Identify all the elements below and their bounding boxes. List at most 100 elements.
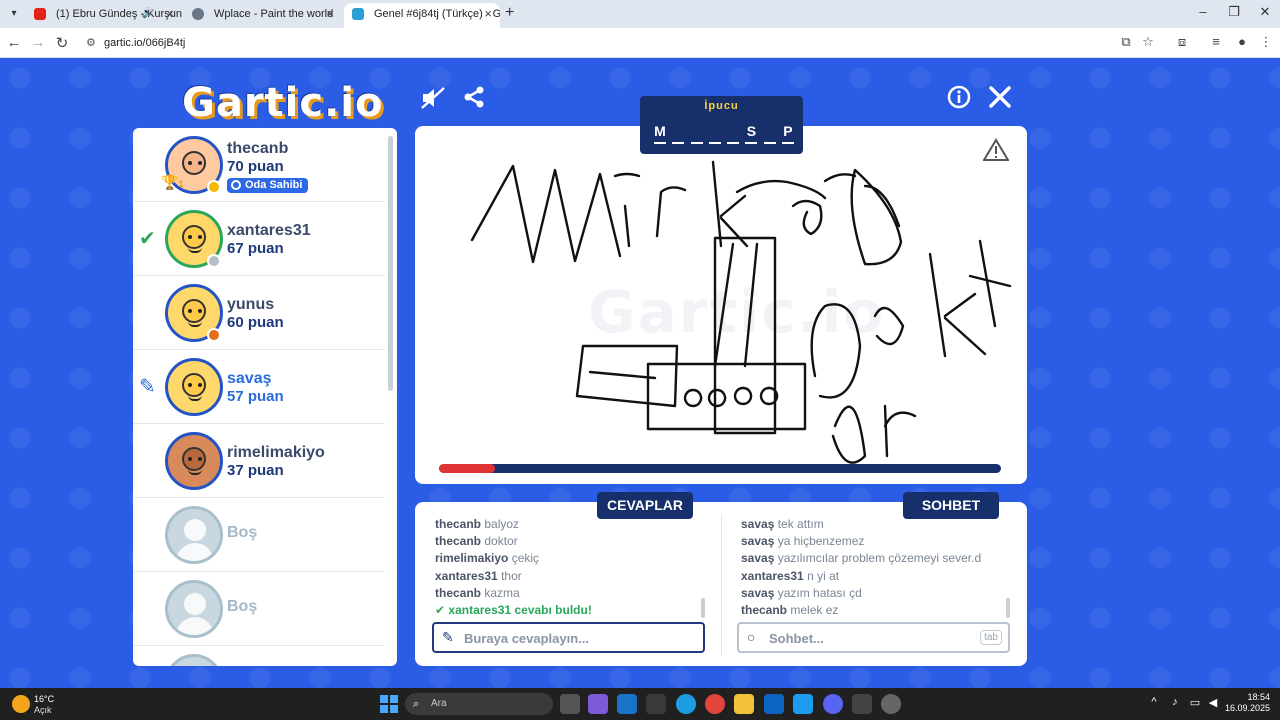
clock-time: 18:54 — [1247, 692, 1270, 702]
start-button[interactable] — [380, 695, 398, 713]
microphone-icon[interactable]: ♪ — [1167, 696, 1183, 708]
task-view-icon[interactable] — [560, 694, 580, 714]
site-info-icon[interactable]: ⚙ — [86, 31, 96, 55]
message-text: yazılımcılar problem çözemeyi sever.d — [777, 551, 982, 566]
tab-list-button[interactable]: ▾ — [6, 6, 22, 22]
list-item: thecanb balyoz — [435, 516, 705, 533]
report-warning-icon[interactable] — [982, 138, 1010, 168]
close-game-icon[interactable] — [985, 85, 1015, 116]
new-tab-button[interactable]: + — [505, 4, 514, 22]
message-text: çekiç — [511, 551, 540, 566]
player-row[interactable]: rimelimakiyo 37 puan — [133, 424, 385, 498]
avatar-eye — [198, 457, 202, 461]
linkedin-icon[interactable] — [764, 694, 784, 714]
chat-input[interactable] — [769, 629, 979, 647]
profile-avatar-icon[interactable]: ● — [1232, 34, 1252, 49]
player-list-scrollbar[interactable] — [388, 136, 393, 391]
avatar-eye — [198, 161, 202, 165]
bookmark-star-icon[interactable]: ☆ — [1138, 34, 1158, 50]
browser-tab-youtube[interactable]: (1) Ebru Gündeş - Kurşun Ad 🔊 × — [26, 3, 182, 28]
menu-dots-icon[interactable]: ⋮ — [1256, 34, 1276, 50]
forward-arrow-icon[interactable]: → — [28, 34, 48, 51]
reload-icon[interactable]: ↻ — [52, 34, 72, 52]
hint-slot — [690, 122, 703, 144]
chrome-icon[interactable] — [705, 694, 725, 714]
player-row[interactable]: 🏆1 thecanb 70 puan Oda Sahibi — [133, 128, 385, 202]
info-icon[interactable] — [944, 85, 974, 116]
chat-message-list[interactable]: savaş tek attım savaş ya hiçbenzemez sav… — [741, 516, 1011, 622]
minimize-button[interactable]: – — [1188, 4, 1218, 19]
list-item: savaş yazım hatası çd — [741, 585, 1011, 602]
close-game-icon-svg — [989, 86, 1011, 108]
player-row[interactable]: yunus 60 puan — [133, 276, 385, 350]
restore-button[interactable]: ❐ — [1219, 4, 1249, 20]
chat-scrollbar[interactable] — [1006, 598, 1010, 618]
start-tile — [390, 705, 398, 713]
ghost-body — [176, 543, 214, 561]
chat-divider — [721, 514, 722, 656]
browser-tab-wplace[interactable]: Wplace - Paint the world × — [184, 3, 342, 28]
mute-sound-icon-svg — [421, 87, 445, 109]
file-explorer-icon[interactable] — [734, 694, 754, 714]
browser-tab-gartic[interactable]: Genel #6j84tj (Türkçe) - Gartic × — [344, 3, 500, 28]
message-text: kazma — [484, 585, 520, 600]
edge-icon[interactable] — [676, 694, 696, 714]
network-icon[interactable]: ▭ — [1187, 696, 1203, 709]
hint-title: İpucu — [704, 100, 739, 112]
avatar-eye — [188, 383, 192, 387]
back-arrow-icon[interactable]: ← — [4, 34, 24, 51]
gartic-favicon-icon — [352, 8, 364, 20]
speaker-icon[interactable]: 🔊 — [142, 3, 154, 25]
copilot-icon[interactable] — [588, 694, 608, 714]
volume-icon[interactable]: ◀ — [1205, 696, 1221, 709]
close-tab-icon[interactable]: × — [484, 3, 492, 25]
start-tile — [380, 705, 388, 713]
answers-message-list[interactable]: thecanb balyoz thecanb doktor rimelimaki… — [435, 516, 705, 622]
media-controls-icon[interactable]: ≡ — [1206, 34, 1226, 49]
status-dot — [207, 328, 221, 342]
gartic-logo: Gartic.io — [182, 80, 383, 126]
clock-date: 16.09.2025 — [1224, 703, 1270, 713]
outlook-icon[interactable] — [617, 694, 637, 714]
close-tab-icon[interactable]: × — [326, 3, 334, 25]
round-timer-fill — [439, 464, 496, 473]
player-points: 37 puan — [227, 462, 284, 479]
tab-answers[interactable]: CEVAPLAR — [597, 492, 693, 519]
tray-chevron-icon[interactable]: ^ — [1146, 696, 1162, 708]
extensions-icon[interactable]: ⧈ — [1172, 34, 1192, 50]
player-points: 57 puan — [227, 388, 284, 405]
speech-bubble-icon: ○ — [747, 629, 756, 645]
player-row[interactable]: ✎ savaş 57 puan — [133, 350, 385, 424]
empty-avatar — [165, 506, 223, 564]
answer-input[interactable] — [464, 629, 674, 647]
answers-scrollbar[interactable] — [701, 598, 705, 618]
status-dot — [207, 254, 221, 268]
close-window-button[interactable]: ✕ — [1250, 4, 1280, 20]
pencil-icon: ✎ — [442, 629, 454, 645]
player-row[interactable]: ✔ xantares31 67 puan — [133, 202, 385, 276]
store-icon[interactable] — [646, 694, 666, 714]
mute-sound-icon[interactable] — [418, 85, 448, 118]
chrome-beta-icon[interactable] — [881, 694, 901, 714]
start-tile — [390, 695, 398, 703]
tab-title: (1) Ebru Gündeş - Kurşun Ad — [56, 8, 182, 20]
audio-app-icon[interactable] — [852, 694, 872, 714]
chat-input-box[interactable]: ○ tab — [737, 622, 1010, 653]
share-icon[interactable] — [459, 85, 489, 116]
close-tab-icon[interactable]: × — [166, 3, 174, 25]
browser-tab-bar: ▾ (1) Ebru Gündeş - Kurşun Ad 🔊 × Wplace… — [0, 0, 1280, 28]
tab-title: Genel #6j84tj (Türkçe) - Gartic — [374, 8, 500, 20]
taskbar-search[interactable]: ⌕ Ara — [405, 693, 553, 715]
taskbar-clock[interactable]: 18:54 16.09.2025 — [1222, 692, 1270, 714]
answer-input-box[interactable]: ✎ — [432, 622, 705, 653]
list-item: thecanb kazma — [435, 585, 705, 602]
discord-icon[interactable] — [823, 694, 843, 714]
url-field[interactable]: ⚙ gartic.io/066jB4tj — [80, 31, 1100, 55]
list-item: rimelimakiyo çekiç — [435, 550, 705, 567]
avatar-eye — [188, 161, 192, 165]
tab-chat[interactable]: SOHBET — [903, 492, 999, 519]
avatar — [165, 358, 223, 416]
player-name: xantares31 — [227, 222, 311, 239]
install-app-icon[interactable]: ⧉ — [1116, 34, 1136, 50]
twitter-icon[interactable] — [793, 694, 813, 714]
